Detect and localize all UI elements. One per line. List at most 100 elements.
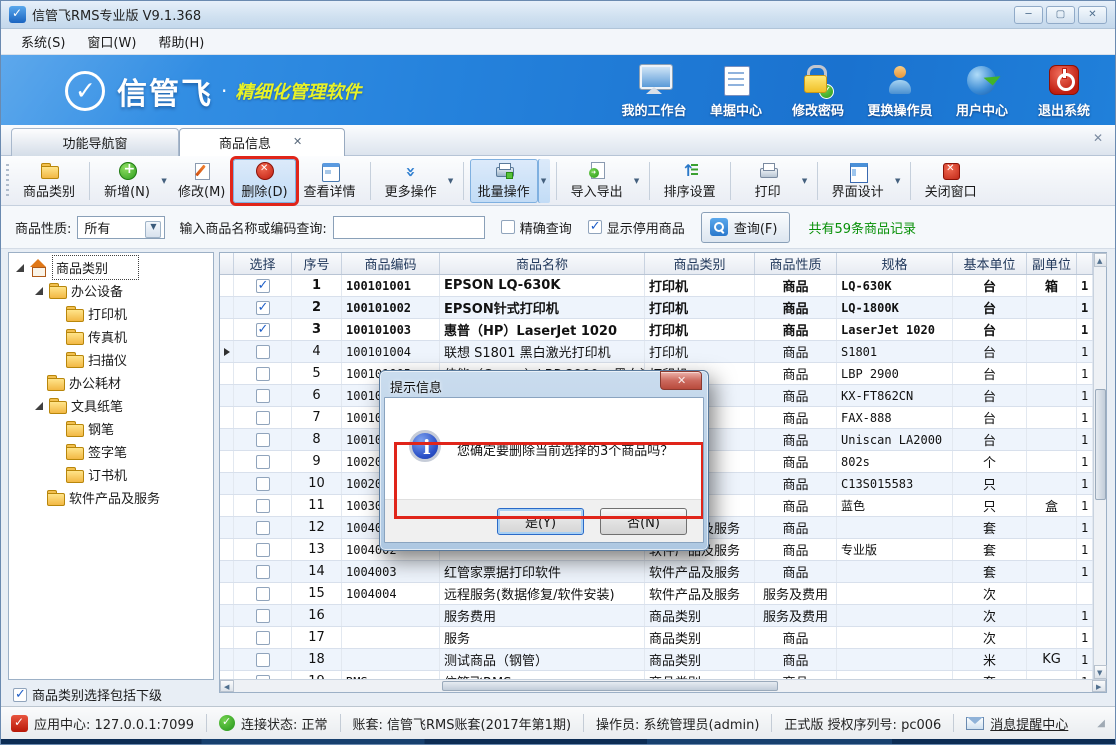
row-select-cell[interactable] bbox=[234, 473, 292, 494]
row-checkbox[interactable] bbox=[256, 587, 270, 601]
menu-help[interactable]: 帮助(H) bbox=[148, 29, 214, 54]
row-checkbox[interactable] bbox=[256, 565, 270, 579]
row-select-cell[interactable] bbox=[234, 297, 292, 318]
row-select-cell[interactable] bbox=[234, 319, 292, 340]
header-cell-商品名称[interactable]: 商品名称 bbox=[440, 253, 645, 274]
dropdown-arrow-icon[interactable] bbox=[799, 159, 811, 203]
toolbar-button-界面设计[interactable]: 界面设计 bbox=[824, 159, 892, 203]
search-input[interactable] bbox=[333, 216, 485, 239]
table-row[interactable]: 3100101003惠普（HP）LaserJet 1020打印机商品LaserJ… bbox=[220, 319, 1093, 341]
query-button[interactable]: 查询(F) bbox=[701, 212, 791, 243]
tree-item-签字笔[interactable]: 签字笔 bbox=[9, 440, 213, 463]
toolbar-button-批量操作[interactable]: 批量操作 bbox=[470, 159, 538, 203]
status-message-center[interactable]: 消息提醒中心 bbox=[954, 714, 1080, 733]
row-checkbox[interactable] bbox=[256, 433, 270, 447]
row-checkbox[interactable] bbox=[256, 389, 270, 403]
row-checkbox[interactable] bbox=[256, 301, 270, 315]
header-cell-副单位[interactable]: 副单位 bbox=[1027, 253, 1077, 274]
row-checkbox[interactable] bbox=[256, 521, 270, 535]
row-checkbox[interactable] bbox=[256, 499, 270, 513]
toolbar-button-关闭窗口[interactable]: 关闭窗口 bbox=[917, 159, 985, 203]
table-row[interactable]: 141004003红管家票据打印软件软件产品及服务商品套1 bbox=[220, 561, 1093, 583]
toolbar-button-打印[interactable]: 打印 bbox=[737, 159, 799, 203]
horizontal-scrollbar[interactable] bbox=[220, 679, 1106, 692]
row-checkbox[interactable] bbox=[256, 609, 270, 623]
banner-action[interactable]: 更换操作员 bbox=[859, 61, 941, 119]
vertical-scroll-thumb[interactable] bbox=[1095, 389, 1106, 500]
dropdown-arrow-icon[interactable] bbox=[445, 159, 457, 203]
row-select-cell[interactable] bbox=[234, 385, 292, 406]
header-cell-商品性质[interactable]: 商品性质 bbox=[755, 253, 837, 274]
header-cell-序号[interactable]: 序号 bbox=[292, 253, 342, 274]
header-cell-选择[interactable]: 选择 bbox=[234, 253, 292, 274]
table-row[interactable]: 151004004远程服务(数据修复/软件安装)软件产品及服务服务及费用次 bbox=[220, 583, 1093, 605]
header-cell-商品类别[interactable]: 商品类别 bbox=[645, 253, 755, 274]
toolbar-button-删除(D)[interactable]: 删除(D) bbox=[233, 159, 295, 203]
row-checkbox[interactable] bbox=[256, 279, 270, 293]
vertical-scrollbar[interactable] bbox=[1093, 253, 1106, 679]
row-select-cell[interactable] bbox=[234, 517, 292, 538]
header-cell-基本单位[interactable]: 基本单位 bbox=[953, 253, 1027, 274]
row-select-cell[interactable] bbox=[234, 539, 292, 560]
banner-action[interactable]: 修改密码 bbox=[777, 61, 859, 119]
tree-item-订书机[interactable]: 订书机 bbox=[9, 463, 213, 486]
include-sublevel-checkbox[interactable]: 商品类别选择包括下级 bbox=[13, 685, 162, 704]
banner-action[interactable]: 我的工作台 bbox=[613, 61, 695, 119]
scroll-right-icon[interactable] bbox=[1092, 680, 1106, 692]
row-checkbox[interactable] bbox=[256, 345, 270, 359]
show-disabled-checkbox[interactable]: 显示停用商品 bbox=[588, 218, 685, 237]
tree-item-办公耗材[interactable]: 办公耗材 bbox=[9, 371, 213, 394]
tree-item-传真机[interactable]: 传真机 bbox=[9, 325, 213, 348]
row-checkbox[interactable] bbox=[256, 653, 270, 667]
row-checkbox[interactable] bbox=[256, 455, 270, 469]
row-select-cell[interactable] bbox=[234, 275, 292, 296]
tree-item-办公设备[interactable]: 办公设备 bbox=[9, 279, 213, 302]
banner-action[interactable]: 用户中心 bbox=[941, 61, 1023, 119]
tab-product-info[interactable]: 商品信息 bbox=[179, 128, 345, 156]
row-checkbox[interactable] bbox=[256, 411, 270, 425]
tree-expander-icon[interactable] bbox=[35, 287, 43, 295]
toolbar-button-新增(N)[interactable]: 新增(N) bbox=[96, 159, 158, 203]
row-select-cell[interactable] bbox=[234, 561, 292, 582]
scroll-up-icon[interactable] bbox=[1094, 253, 1107, 267]
row-select-cell[interactable] bbox=[234, 605, 292, 626]
toolbar-button-商品类别[interactable]: 商品类别 bbox=[15, 159, 83, 203]
table-row[interactable]: 1100101001EPSON LQ-630K打印机商品LQ-630K台箱1 bbox=[220, 275, 1093, 297]
table-row[interactable]: 4100101004联想 S1801 黑白激光打印机打印机商品S1801台1 bbox=[220, 341, 1093, 363]
toolbar-button-导入导出[interactable]: 导入导出 bbox=[563, 159, 631, 203]
horizontal-scroll-thumb[interactable] bbox=[442, 681, 779, 691]
table-row[interactable]: 19RMS信管飞RMS商品类别商品套1 bbox=[220, 671, 1093, 679]
row-select-cell[interactable] bbox=[234, 407, 292, 428]
row-select-cell[interactable] bbox=[234, 649, 292, 670]
tree-expander-icon[interactable] bbox=[35, 402, 43, 410]
header-cell-规格[interactable]: 规格 bbox=[837, 253, 953, 274]
row-select-cell[interactable] bbox=[234, 363, 292, 384]
tree-item-文具纸笔[interactable]: 文具纸笔 bbox=[9, 394, 213, 417]
row-checkbox[interactable] bbox=[256, 631, 270, 645]
nature-select[interactable]: 所有 bbox=[77, 216, 165, 239]
row-select-cell[interactable] bbox=[234, 495, 292, 516]
row-checkbox[interactable] bbox=[256, 367, 270, 381]
row-select-cell[interactable] bbox=[234, 429, 292, 450]
toolbar-button-查看详情[interactable]: 查看详情 bbox=[296, 159, 364, 203]
tab-function-nav[interactable]: 功能导航窗 bbox=[11, 128, 179, 156]
row-checkbox[interactable] bbox=[256, 323, 270, 337]
dropdown-arrow-icon[interactable] bbox=[631, 159, 643, 203]
dropdown-arrow-icon[interactable] bbox=[158, 159, 170, 203]
tree-item-软件产品及服务[interactable]: 软件产品及服务 bbox=[9, 486, 213, 509]
dropdown-arrow-icon[interactable] bbox=[892, 159, 904, 203]
tree-item-商品类别[interactable]: 商品类别 bbox=[9, 256, 213, 279]
message-center-link[interactable]: 消息提醒中心 bbox=[990, 714, 1068, 733]
tree-item-钢笔[interactable]: 钢笔 bbox=[9, 417, 213, 440]
menu-window[interactable]: 窗口(W) bbox=[77, 29, 146, 54]
table-row[interactable]: 16服务费用商品类别服务及费用次1 bbox=[220, 605, 1093, 627]
toolbar-button-修改(M)[interactable]: 修改(M) bbox=[170, 159, 233, 203]
toolbar-button-排序设置[interactable]: 排序设置 bbox=[656, 159, 724, 203]
exact-query-checkbox[interactable]: 精确查询 bbox=[501, 218, 572, 237]
tree-item-扫描仪[interactable]: 扫描仪 bbox=[9, 348, 213, 371]
maximize-button[interactable] bbox=[1046, 6, 1075, 24]
banner-action[interactable]: 单据中心 bbox=[695, 61, 777, 119]
row-select-cell[interactable] bbox=[234, 671, 292, 679]
row-select-cell[interactable] bbox=[234, 451, 292, 472]
row-select-cell[interactable] bbox=[234, 627, 292, 648]
